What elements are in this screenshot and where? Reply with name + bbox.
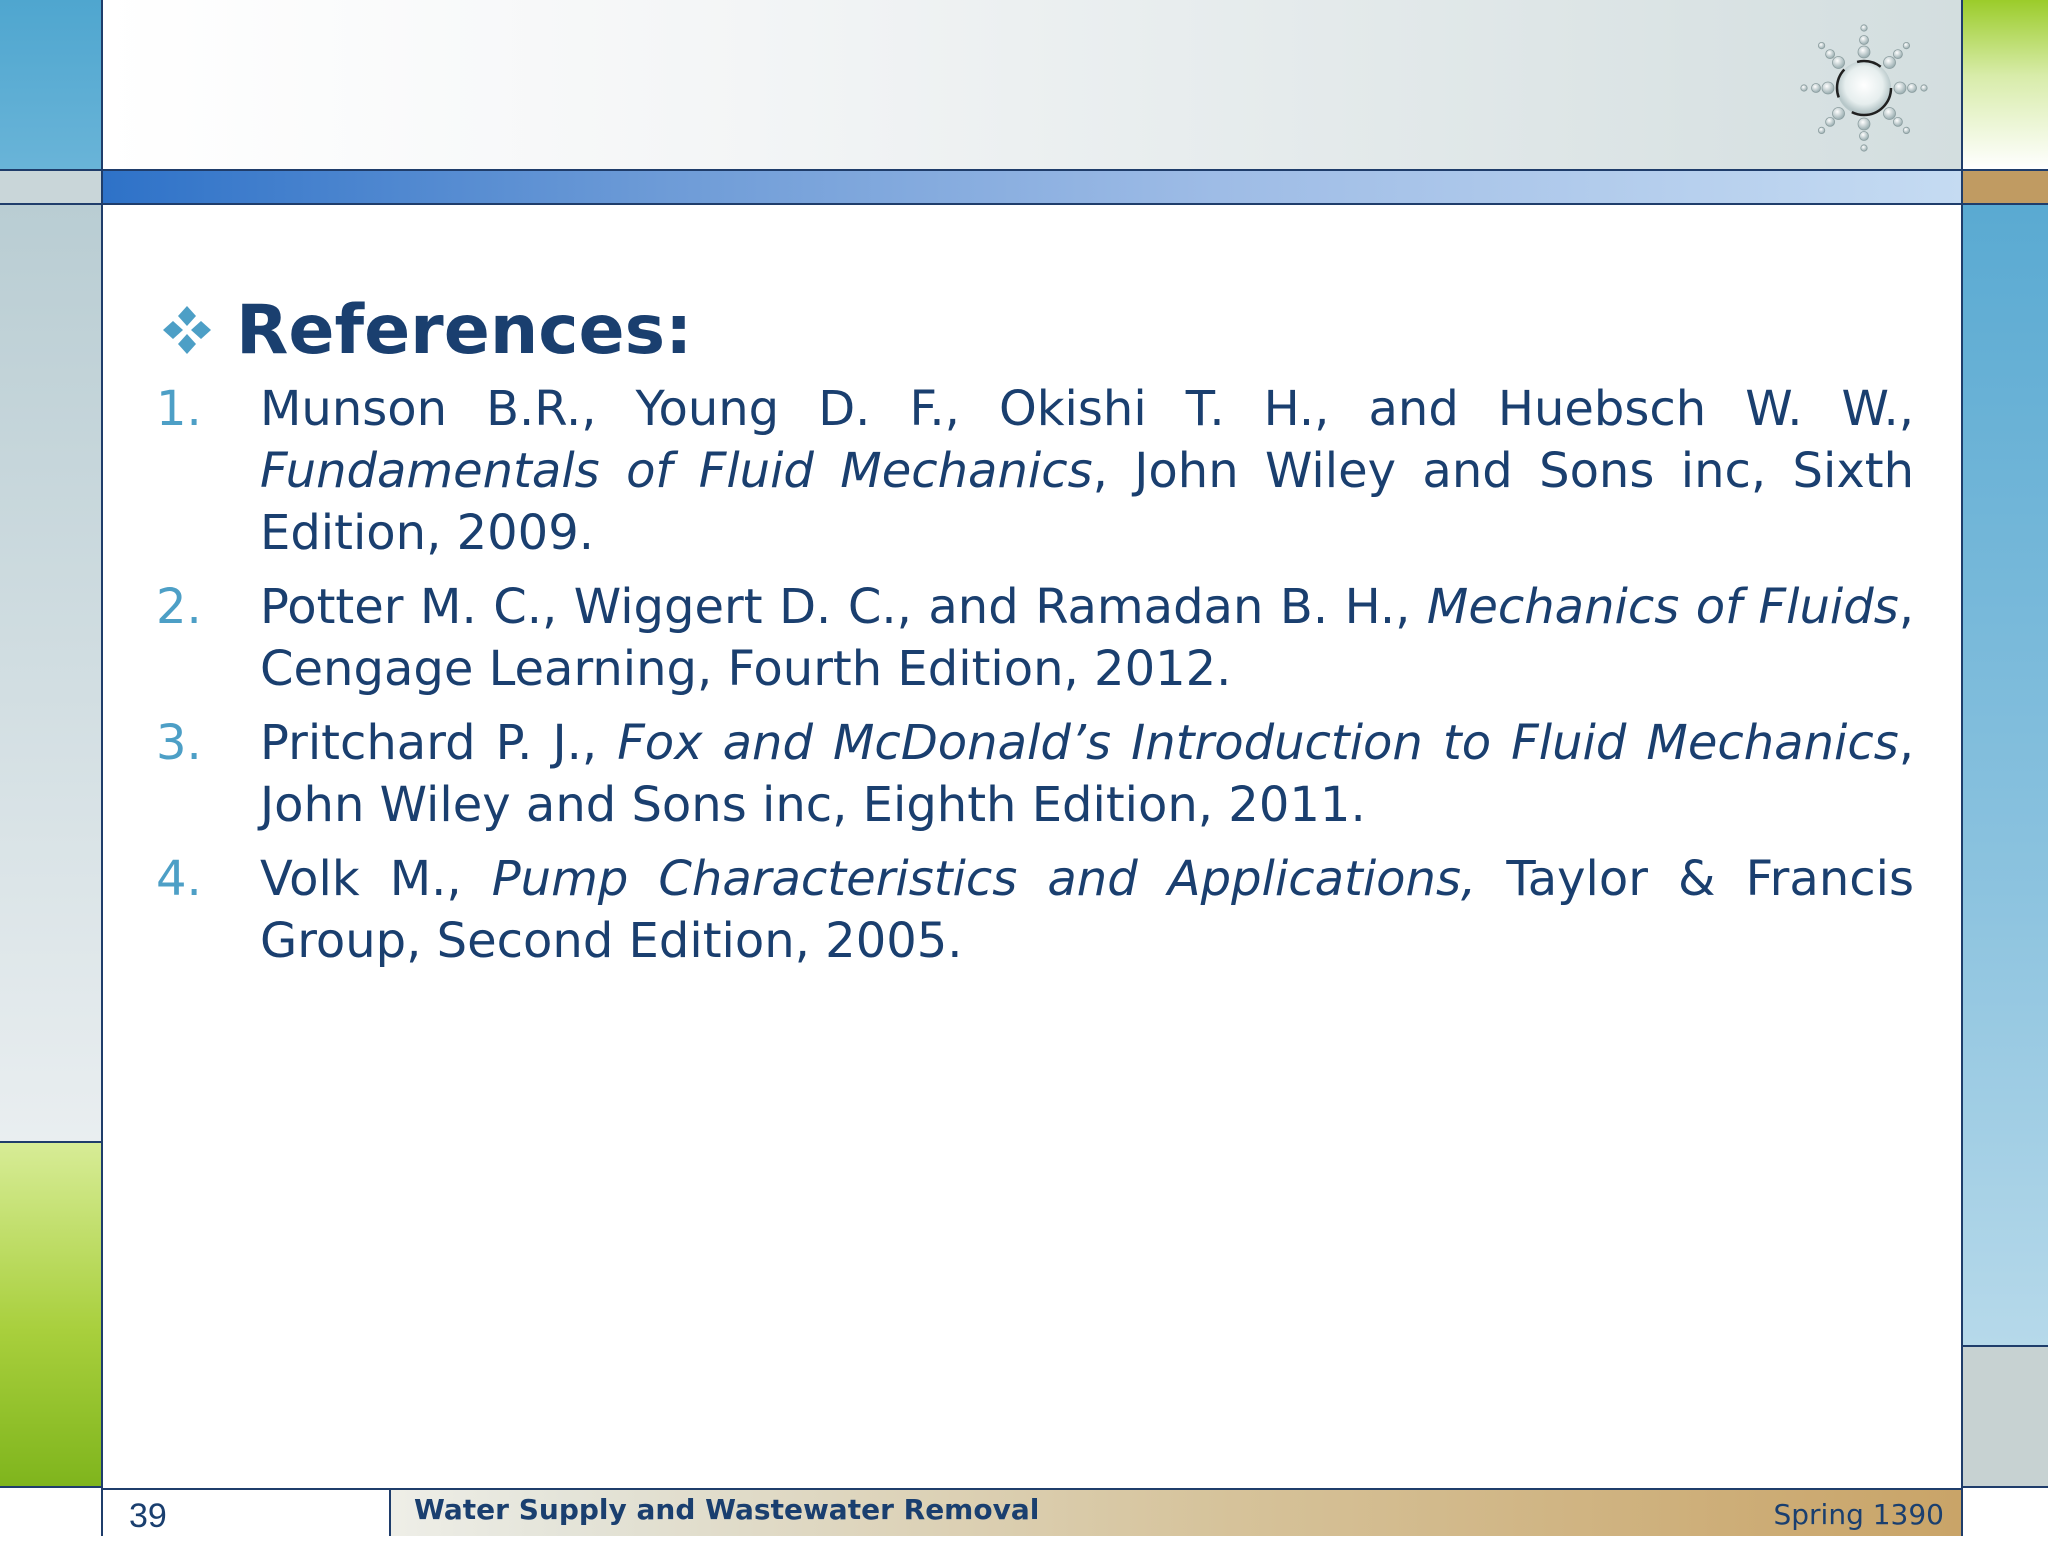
right-accent-block-blue (1961, 205, 2048, 1347)
reference-title: Pump Characteristics and Applications, (491, 851, 1477, 907)
header-gradient-bar (103, 171, 1961, 205)
reference-list: 1. Munson B.R., Young D. F., Okishi T. H… (156, 378, 1914, 984)
reference-number: 3. (156, 715, 202, 771)
reference-number: 4. (156, 851, 202, 907)
right-accent-block-grey (1961, 1347, 2048, 1488)
reference-text: Pritchard P. J., Fox and McDonald’s Intr… (260, 712, 1914, 836)
reference-text: Munson B.R., Young D. F., Okishi T. H., … (260, 378, 1914, 564)
reference-text: Potter M. C., Wiggert D. C., and Ramadan… (260, 576, 1914, 700)
four-diamond-bullet-icon (163, 306, 211, 354)
reference-title: Fundamentals of Fluid Mechanics (260, 443, 1093, 499)
slide-heading: References: (160, 290, 692, 370)
reference-number: 1. (156, 381, 202, 437)
reference-item: 3. Pritchard P. J., Fox and McDonald’s I… (156, 712, 1914, 836)
left-accent-block-top (0, 0, 103, 171)
reference-authors: Potter M. C., Wiggert D. C., and Ramadan… (260, 579, 1427, 635)
heading-text: References: (236, 290, 693, 370)
reference-authors: Volk M., (260, 851, 492, 907)
reference-authors: Pritchard P. J., (260, 715, 618, 771)
right-accent-block-top (1961, 0, 2048, 171)
right-accent-strip (1961, 171, 2048, 205)
reference-item: 1. Munson B.R., Young D. F., Okishi T. H… (156, 378, 1914, 564)
reference-title: Mechanics of Fluids (1426, 579, 1899, 635)
left-accent-strip (0, 171, 103, 205)
slide-number: 39 (103, 1488, 391, 1536)
right-accent-block-footer (1961, 1488, 2048, 1536)
reference-item: 4. Volk M., Pump Characteristics and App… (156, 848, 1914, 972)
reference-number: 2. (156, 579, 202, 635)
reference-item: 2. Potter M. C., Wiggert D. C., and Rama… (156, 576, 1914, 700)
left-accent-block-green (0, 1143, 103, 1488)
course-title: Water Supply and Wastewater Removal (414, 1493, 1040, 1526)
reference-title: Fox and McDonald’s Introduction to Fluid… (617, 715, 1899, 771)
sun-logo-icon (1800, 24, 1928, 152)
reference-authors: Munson B.R., Young D. F., Okishi T. H., … (260, 381, 1914, 437)
left-accent-block-footer (0, 1488, 103, 1536)
reference-text: Volk M., Pump Characteristics and Applic… (260, 848, 1914, 972)
left-accent-block-middle (0, 205, 103, 1143)
semester-label: Spring 1390 (1773, 1498, 1944, 1531)
slide-header (103, 0, 1961, 171)
